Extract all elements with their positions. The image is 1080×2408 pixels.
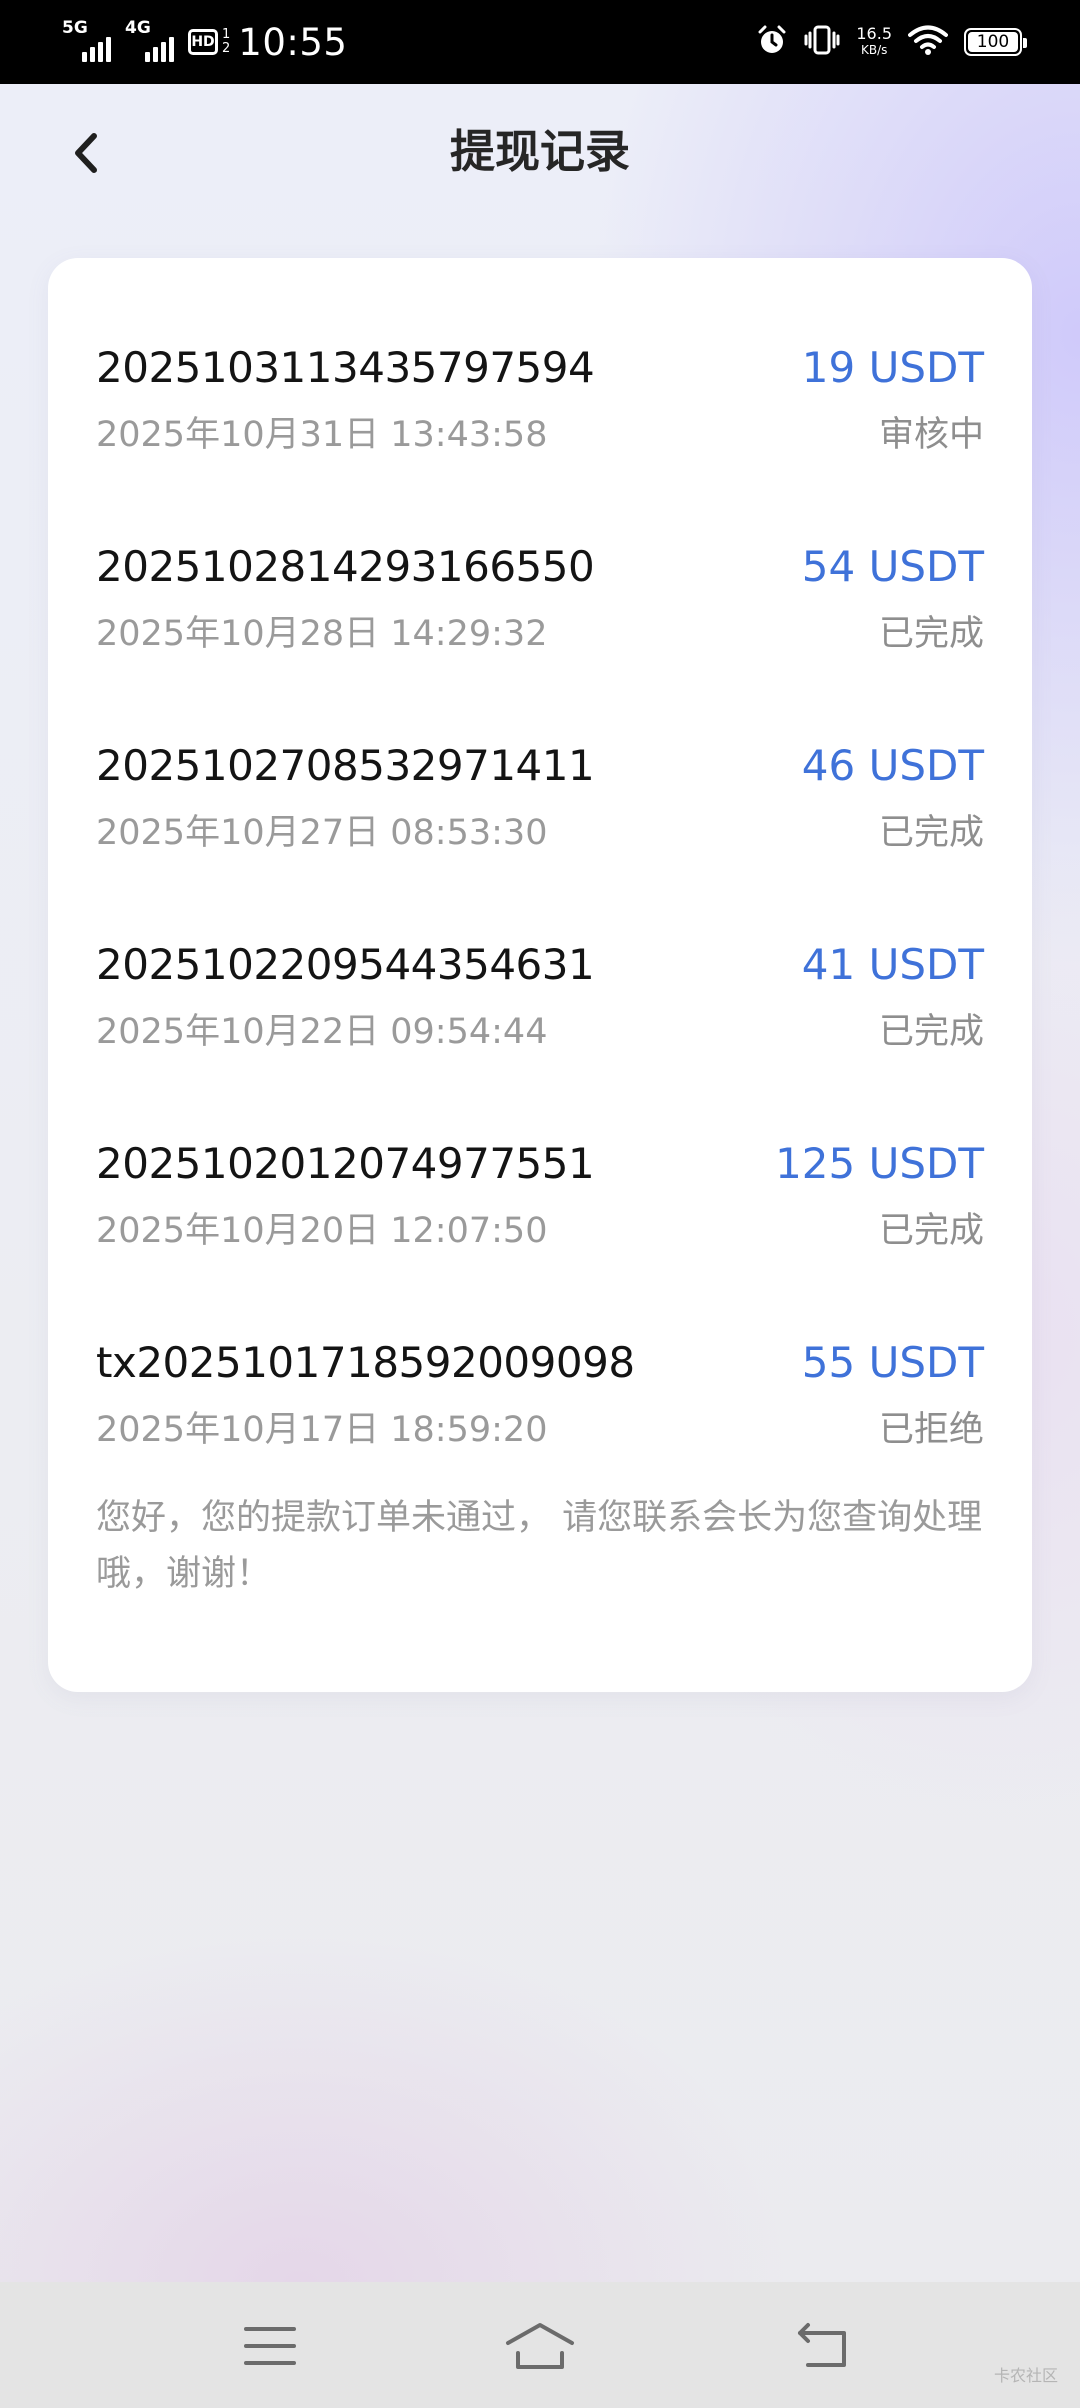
record-id: 20251027085329714​11 [96,741,595,790]
record-status: 已完成 [878,614,984,654]
alarm-icon [756,24,788,60]
record-status: 已拒绝 [878,1410,984,1450]
withdrawal-records-card: 20251031134357975​94 19 USDT 2025年10月31日… [48,258,1032,1692]
battery-icon: 100 [964,28,1027,56]
record-amount: 19 USDT [801,343,984,392]
status-bar: 5G 4G HD 1 2 10:55 16.5 KB/s 100 [0,0,1080,84]
record-amount: 41 USDT [801,940,984,989]
record-time: 2025年10月27日 08:53:30 [96,813,548,853]
record-amount: 55 USDT [801,1338,984,1387]
record-item[interactable]: 20251031134357975​94 19 USDT 2025年10月31日… [96,342,984,482]
battery-level: 100 [976,32,1010,52]
wifi-icon [908,24,948,60]
signal-4g: 4G [125,18,174,62]
record-id: 20251031134357975​94 [96,343,595,392]
record-item[interactable]: 20251020120749775​51 125 USDT 2025年10月20… [96,1138,984,1278]
network-type-label: 5G [62,18,88,38]
record-amount: 54 USDT [801,542,984,591]
vibrate-icon [804,24,840,60]
record-id: tx20251017185920090​98 [96,1338,635,1387]
record-item[interactable]: 20251028142931665​50 54 USDT 2025年10月28日… [96,541,984,681]
signal-bars-icon [145,37,174,62]
record-status: 审核中 [878,415,984,455]
record-amount: 46 USDT [801,741,984,790]
record-id: 20251022095443546​31 [96,940,595,989]
record-status: 已完成 [878,1211,984,1251]
record-time: 2025年10月20日 12:07:50 [96,1211,548,1251]
record-time: 2025年10月31日 13:43:58 [96,415,548,455]
record-id: 20251020120749775​51 [96,1139,595,1188]
record-id: 20251028142931665​50 [96,542,595,591]
status-bar-right: 16.5 KB/s 100 [756,0,1027,84]
signal-bars-icon [82,37,111,62]
record-item[interactable]: 20251022095443546​31 41 USDT 2025年10月22日… [96,939,984,1079]
record-time: 2025年10月28日 14:29:32 [96,614,548,654]
record-time: 2025年10月22日 09:54:44 [96,1012,548,1052]
hd-voice-icon: HD [188,29,218,55]
signal-5g: 5G [62,18,111,62]
hd-sim-bottom: 2 [222,41,231,56]
record-amount: 125 USDT [775,1139,984,1188]
nav-back-button[interactable] [774,2306,874,2386]
record-status: 已完成 [878,1012,984,1052]
network-speed-unit: KB/s [860,43,888,57]
record-time: 2025年10月17日 18:59:20 [96,1410,548,1450]
network-speed-value: 16.5 [856,24,892,43]
record-item[interactable]: 20251027085329714​11 46 USDT 2025年10月27日… [96,740,984,880]
status-bar-left: 5G 4G HD 1 2 10:55 [62,0,347,84]
network-type-label: 4G [125,18,151,38]
hd-sim-indicator: 1 2 [222,28,230,56]
record-item[interactable]: tx20251017185920090​98 55 USDT 2025年10月1… [96,1337,984,1477]
page-title: 提现记录 [449,125,630,178]
nav-home-button[interactable] [490,2306,590,2386]
home-icon [506,2323,574,2369]
record-status: 已完成 [878,813,984,853]
return-icon [798,2323,846,2367]
menu-icon [244,2327,296,2365]
system-navigation-bar [0,2282,1080,2408]
watermark: 卡农社区 [993,2366,1058,2385]
hd-sim-top: 1 [222,27,231,42]
status-clock: 10:55 [238,20,348,64]
rejection-note: 您好，您的提款订单未通过， 请您联系会长为您查询处理哦，谢谢！ [96,1498,983,1594]
nav-menu-button[interactable] [220,2306,320,2386]
network-speed: 16.5 KB/s [856,26,892,58]
